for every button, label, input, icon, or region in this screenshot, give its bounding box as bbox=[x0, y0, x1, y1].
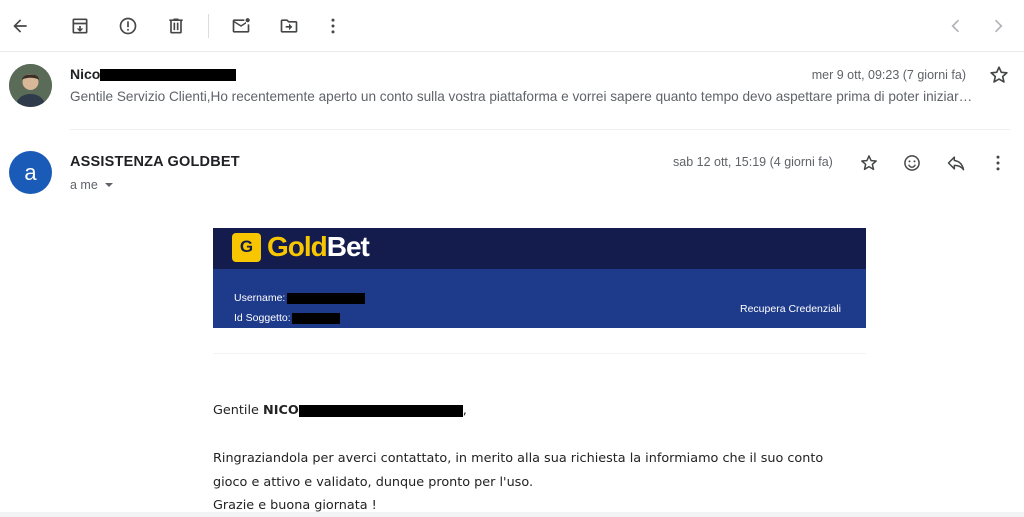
username-label: Username: bbox=[234, 292, 286, 304]
newer-message-button[interactable] bbox=[938, 8, 974, 44]
star-icon bbox=[990, 66, 1008, 83]
email-separator-line bbox=[213, 353, 866, 354]
reply-button[interactable] bbox=[944, 151, 968, 175]
message1-date: mer 9 ott, 09:23 (7 giorni fa) bbox=[811, 68, 966, 82]
delete-button[interactable] bbox=[158, 8, 194, 44]
message1-sender-name: Nico bbox=[70, 66, 101, 82]
goldbet-logo-wordmark: GoldBet bbox=[267, 231, 370, 262]
report-spam-button[interactable] bbox=[110, 8, 146, 44]
more-vert-icon bbox=[996, 155, 1000, 171]
recover-credentials-link[interactable]: Recupera Credenziali bbox=[740, 303, 841, 315]
chevron-right-icon bbox=[994, 19, 1003, 33]
goldbet-logo-mark: G bbox=[232, 232, 261, 262]
star-icon bbox=[861, 155, 877, 171]
body-line-2: gioco e attivo e validato, dunque pronto… bbox=[213, 475, 534, 490]
message2-date: sab 12 ott, 15:19 (4 giorni fa) bbox=[673, 155, 833, 169]
sender-avatar[interactable]: a bbox=[9, 151, 52, 194]
greeting-line: Gentile NICO, bbox=[213, 403, 467, 418]
message-toolbar bbox=[0, 0, 1024, 52]
message2-sender[interactable]: ASSISTENZA GOLDBET bbox=[70, 154, 240, 170]
recipient-label: a me bbox=[70, 178, 98, 192]
move-to-icon bbox=[280, 19, 298, 33]
toolbar-separator bbox=[208, 14, 209, 38]
id-soggetto-line: Id Soggetto: bbox=[234, 312, 340, 324]
sender-avatar-photo[interactable] bbox=[9, 64, 52, 107]
archive-button[interactable] bbox=[62, 8, 98, 44]
message1-sender[interactable]: Nico bbox=[70, 66, 237, 82]
recipient-details-toggle[interactable]: a me bbox=[70, 178, 114, 192]
horizontal-scroll-track bbox=[0, 512, 1024, 517]
more-options-button[interactable] bbox=[315, 8, 351, 44]
mark-unread-icon bbox=[232, 18, 250, 33]
redaction-bar bbox=[287, 292, 366, 304]
move-to-button[interactable] bbox=[271, 8, 307, 44]
body-line-3: Grazie e buona giornata ! bbox=[213, 498, 377, 513]
redaction-bar bbox=[291, 312, 340, 324]
older-message-button[interactable] bbox=[980, 8, 1016, 44]
greeting-name: NICO bbox=[262, 403, 299, 418]
redaction-bar bbox=[298, 404, 463, 417]
redaction-bar bbox=[100, 69, 237, 82]
back-button[interactable] bbox=[2, 8, 38, 44]
more-vert-icon bbox=[331, 18, 335, 34]
goldbet-logo[interactable]: G GoldBet bbox=[232, 231, 370, 263]
message2-star-button[interactable] bbox=[857, 151, 881, 175]
reply-icon bbox=[947, 156, 965, 171]
body-line-1: Ringraziandola per averci contattato, in… bbox=[213, 451, 824, 466]
greeting-prefix: Gentile bbox=[213, 403, 259, 418]
message1-star-button[interactable] bbox=[988, 64, 1010, 86]
username-line: Username: bbox=[234, 292, 366, 304]
id-soggetto-label: Id Soggetto: bbox=[234, 312, 291, 324]
archive-icon bbox=[72, 18, 88, 34]
chevron-left-icon bbox=[951, 19, 960, 33]
message-divider bbox=[70, 129, 1010, 130]
message1-snippet[interactable]: Gentile Servizio Clienti,Ho recentemente… bbox=[70, 89, 1010, 104]
report-spam-icon bbox=[119, 17, 137, 35]
back-arrow-icon bbox=[13, 19, 27, 33]
add-reaction-button[interactable] bbox=[900, 151, 924, 175]
delete-icon bbox=[169, 18, 183, 34]
dropdown-arrow-icon bbox=[104, 183, 113, 187]
mark-unread-button[interactable] bbox=[223, 8, 259, 44]
message-more-button[interactable] bbox=[986, 151, 1010, 175]
greeting-suffix: , bbox=[462, 403, 467, 418]
emoji-icon bbox=[904, 155, 920, 171]
avatar-letter: a bbox=[24, 159, 37, 185]
